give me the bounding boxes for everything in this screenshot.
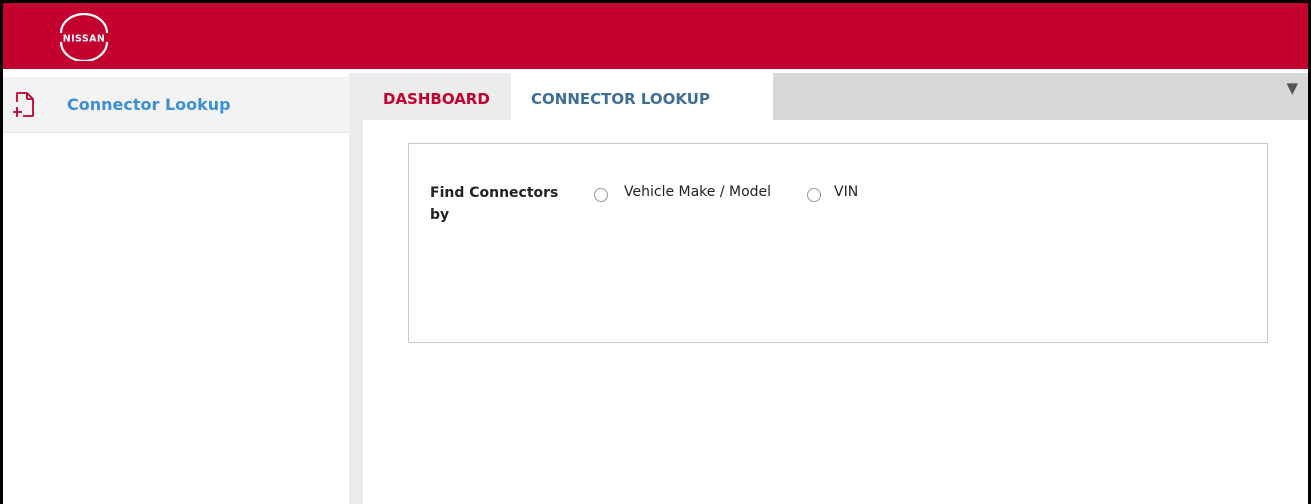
radio-vin[interactable] [807,188,821,202]
find-connectors-label: Find Connectors by [430,185,559,223]
nissan-logo: NISSAN [59,13,109,61]
logo-text: NISSAN [63,34,105,45]
sidebar-item-connector-lookup[interactable]: Connector Lookup [3,77,349,133]
sidebar: Connector Lookup [3,73,349,504]
app-window: NISSAN Connector Lookup DASHBOARD CONNEC… [0,0,1311,504]
top-header-bar: NISSAN [3,3,1308,73]
tab-connector-lookup[interactable]: CONNECTOR LOOKUP [511,73,773,120]
document-add-icon [13,92,34,117]
tab-bar: DASHBOARD CONNECTOR LOOKUP ▼ [363,73,1308,120]
sidebar-item-label: Connector Lookup [67,95,231,114]
radio-label-vin[interactable]: VIN [834,184,858,200]
radio-vehicle-make-model[interactable] [594,188,608,202]
triangle-down-icon[interactable]: ▼ [1286,79,1298,97]
search-card: Find Connectors by Vehicle Make / Model … [408,143,1268,343]
main-content: Find Connectors by Vehicle Make / Model … [363,120,1308,504]
tab-dashboard[interactable]: DASHBOARD [363,73,511,120]
sidebar-divider [349,73,363,504]
radio-label-vehicle-make-model[interactable]: Vehicle Make / Model [624,184,771,200]
